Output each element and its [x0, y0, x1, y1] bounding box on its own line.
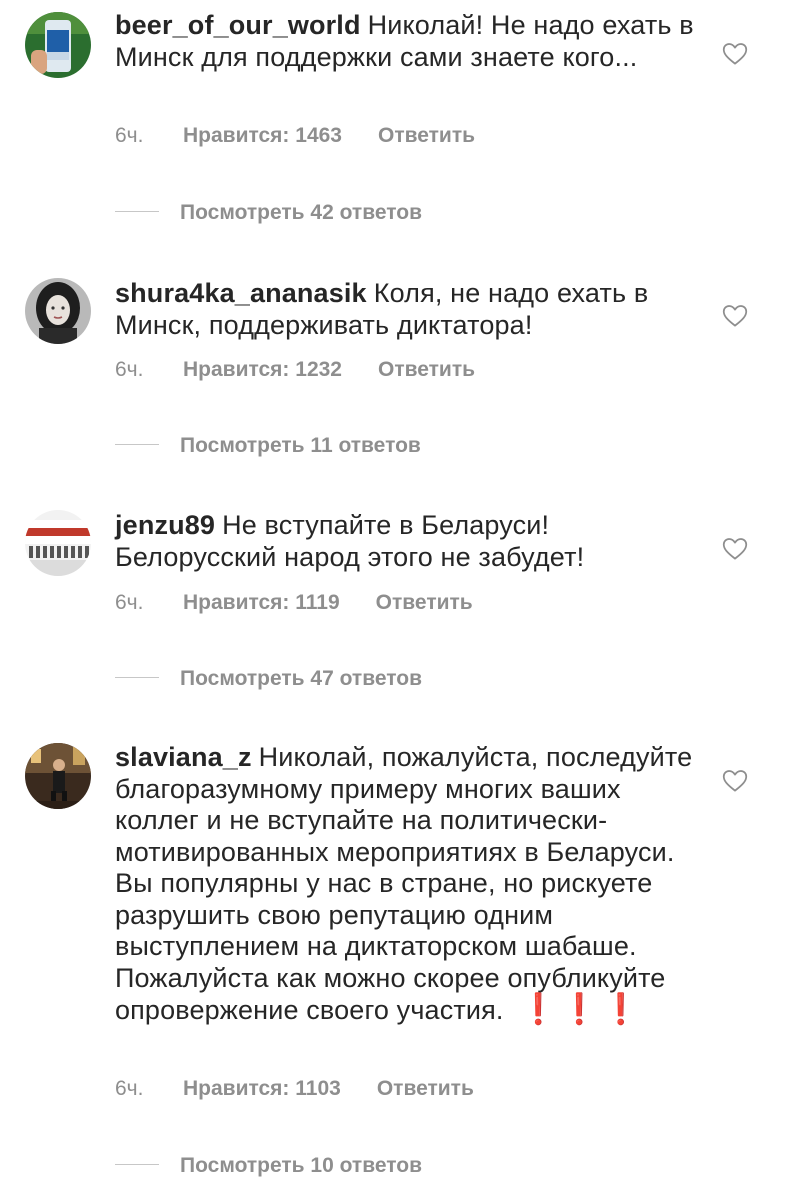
comment-body: beer_of_our_world Николай! Не надо ехать …: [115, 10, 695, 73]
comment-meta: 6ч. Нравится: 1103 Ответить: [115, 1077, 474, 1101]
exclamation-emoji: ❗❗❗: [519, 993, 644, 1026]
likes-count[interactable]: Нравится: 1232: [183, 358, 342, 382]
view-replies-button[interactable]: Посмотреть 42 ответов: [115, 201, 422, 225]
comment-username[interactable]: beer_of_our_world: [115, 10, 361, 40]
user-avatar[interactable]: [25, 278, 91, 344]
replies-divider-line: [115, 676, 159, 678]
reply-button[interactable]: Ответить: [378, 358, 475, 381]
user-avatar[interactable]: [25, 743, 91, 809]
comment-body: slaviana_z Николай, пожалуйста, последуйт…: [115, 742, 695, 1027]
heart-outline-icon[interactable]: [720, 533, 750, 563]
user-avatar[interactable]: [25, 12, 91, 78]
heart-outline-icon[interactable]: [720, 300, 750, 330]
likes-count[interactable]: Нравится: 1103: [183, 1077, 341, 1101]
comment-timestamp: 6ч.: [115, 124, 144, 147]
avatar-image: [25, 278, 91, 344]
reply-button[interactable]: Ответить: [378, 124, 475, 147]
view-replies-button[interactable]: Посмотреть 11 ответов: [115, 434, 421, 458]
comment-username[interactable]: jenzu89: [115, 510, 215, 540]
avatar-image: [25, 743, 91, 809]
avatar-image: [25, 510, 91, 576]
comment-body: jenzu89 Не вступайте в Беларуси! Белорусс…: [115, 510, 695, 573]
comment-timestamp: 6ч.: [115, 358, 144, 381]
view-replies-label: Посмотреть 42 ответов: [180, 201, 422, 224]
view-replies-label: Посмотреть 10 ответов: [180, 1154, 422, 1177]
comment-meta: 6ч. Нравится: 1119 Ответить: [115, 591, 473, 615]
replies-divider-line: [115, 1163, 159, 1165]
replies-divider-line: [115, 210, 159, 212]
avatar-image: [25, 12, 91, 78]
comment-timestamp: 6ч.: [115, 1077, 144, 1100]
view-replies-button[interactable]: Посмотреть 47 ответов: [115, 667, 422, 691]
comment-timestamp: 6ч.: [115, 591, 144, 614]
comment-meta: 6ч. Нравится: 1463 Ответить: [115, 124, 475, 148]
comment-body: shura4ka_ananasik Коля, не надо ехать в М…: [115, 278, 695, 341]
heart-outline-icon[interactable]: [720, 765, 750, 795]
heart-outline-icon[interactable]: [720, 38, 750, 68]
replies-divider-line: [115, 443, 159, 445]
user-avatar[interactable]: [25, 510, 91, 576]
view-replies-button[interactable]: Посмотреть 10 ответов: [115, 1154, 422, 1178]
comment-text: Николай, пожалуйста, последуйте благораз…: [115, 742, 693, 1025]
likes-count[interactable]: Нравится: 1119: [183, 591, 340, 615]
reply-button[interactable]: Ответить: [377, 1077, 474, 1100]
view-replies-label: Посмотреть 47 ответов: [180, 667, 422, 690]
view-replies-label: Посмотреть 11 ответов: [180, 434, 421, 457]
comment-username[interactable]: slaviana_z: [115, 742, 252, 772]
reply-button[interactable]: Ответить: [376, 591, 473, 614]
comment-username[interactable]: shura4ka_ananasik: [115, 278, 367, 308]
likes-count[interactable]: Нравится: 1463: [183, 124, 342, 148]
comment-meta: 6ч. Нравится: 1232 Ответить: [115, 358, 475, 382]
